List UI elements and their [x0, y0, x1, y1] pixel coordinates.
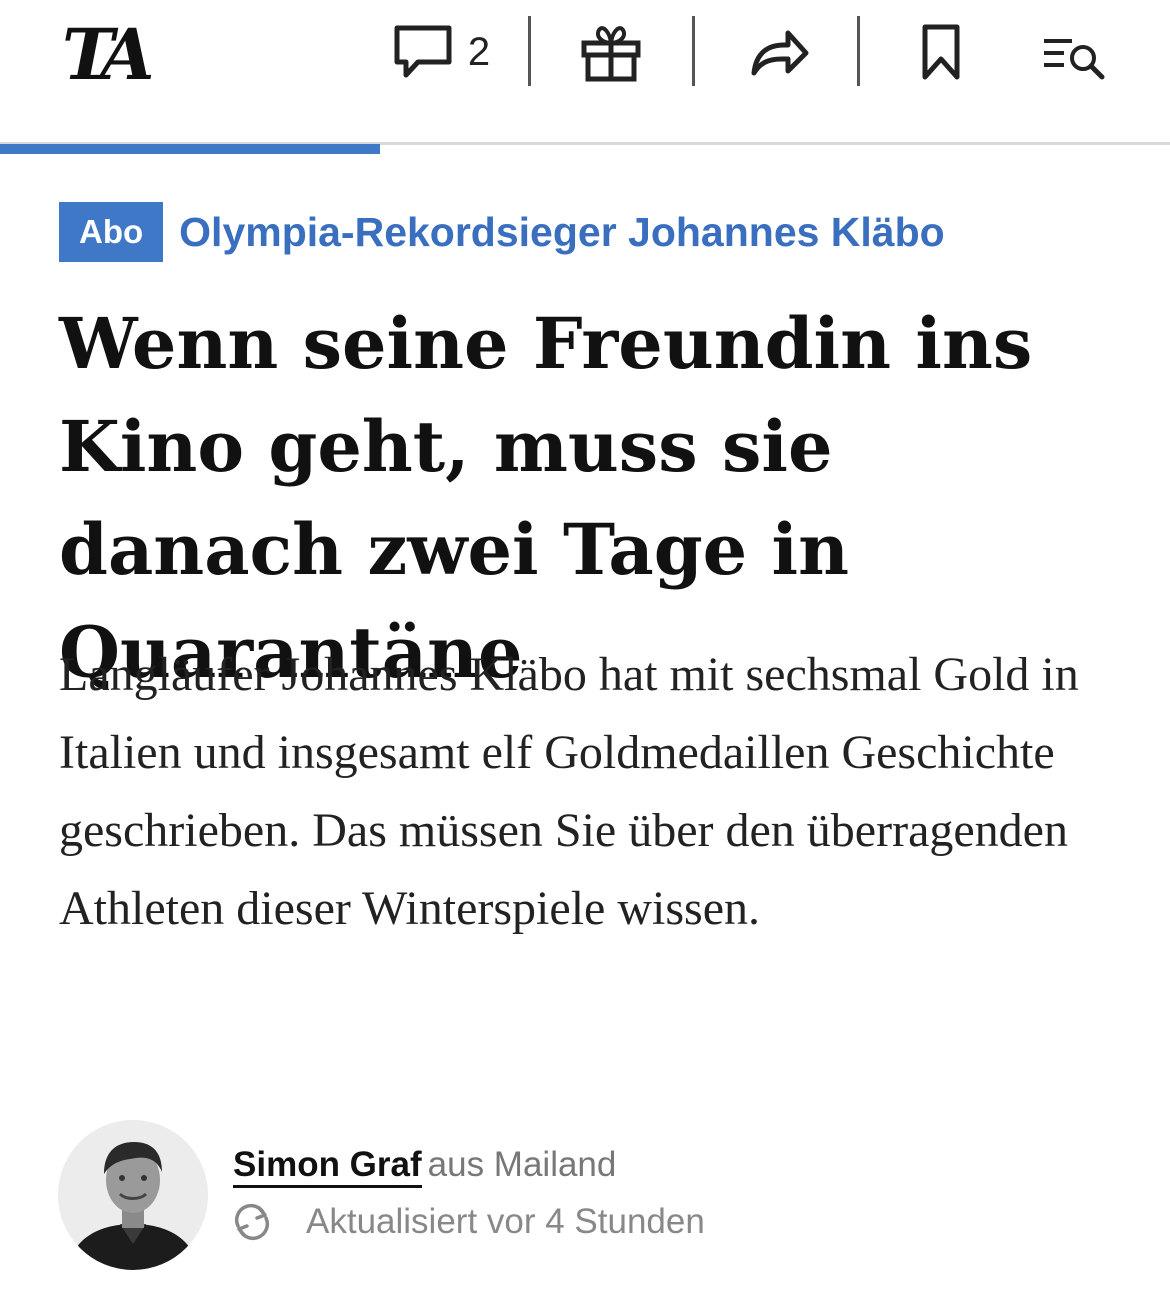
menu-search-button[interactable] — [1036, 14, 1112, 90]
bookmark-button[interactable] — [906, 14, 976, 90]
comment-count: 2 — [467, 29, 491, 74]
refresh-icon — [234, 1203, 270, 1241]
byline: Simon Graf aus Mailand — [233, 1140, 616, 1190]
reading-progress-bar — [0, 144, 380, 154]
comment-icon — [394, 25, 452, 78]
updated-info: Aktualisiert vor 4 Stunden — [230, 1196, 705, 1248]
article-lead: Langläufer Johannes Kläbo hat mit sechsm… — [59, 648, 1079, 935]
toolbar-separator — [857, 16, 860, 86]
bookmark-icon — [922, 24, 960, 80]
author-avatar[interactable] — [58, 1120, 208, 1270]
comments-button[interactable]: 2 — [376, 14, 506, 90]
abo-badge: Abo — [59, 202, 164, 262]
top-bar: TA 2 — [0, 0, 1170, 142]
article-kicker: Abo Olympia-Rekordsieger Johannes Kläbo — [59, 202, 945, 262]
updated-text: Aktualisiert vor 4 Stunden — [306, 1202, 705, 1241]
gift-button[interactable] — [570, 14, 652, 90]
kicker-text: Olympia-Rekordsieger Johannes Kläbo — [179, 208, 945, 255]
author-location: aus Mailand — [427, 1145, 617, 1184]
toolbar-separator — [528, 16, 531, 86]
author-photo — [58, 1120, 208, 1270]
share-button[interactable] — [738, 14, 820, 90]
site-logo[interactable]: TA — [62, 10, 158, 100]
share-icon — [751, 30, 809, 76]
gift-icon — [581, 26, 641, 82]
toolbar-separator — [692, 16, 695, 86]
menu-search-icon — [1044, 39, 1105, 80]
author-name-link[interactable]: Simon Graf — [233, 1145, 422, 1188]
